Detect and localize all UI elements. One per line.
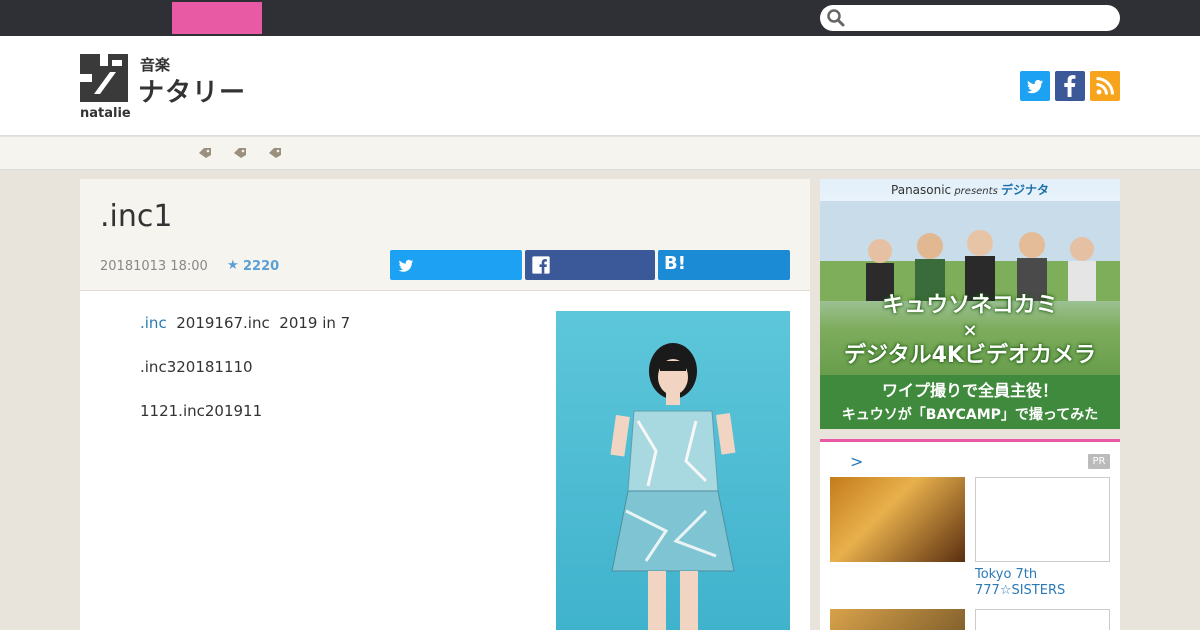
article-header: .inc1 20181013 18:00 ★ 2220 B!: [80, 179, 810, 291]
pr-box: > PR Tokyo 7th 777☆SISTERS: [820, 439, 1120, 630]
twitter-follow-button[interactable]: [1020, 71, 1050, 101]
article-date: 20181013 18:00: [100, 259, 208, 274]
paragraph-text: 2019167.inc 2019 in 7: [166, 314, 351, 332]
search-icon[interactable]: [826, 8, 846, 28]
logo-sub: natalie: [80, 106, 131, 121]
artist-photo[interactable]: [556, 311, 790, 630]
top-bar: [0, 0, 1200, 36]
ad-product: デジナタ: [1000, 183, 1049, 197]
pr-badge: PR: [1088, 454, 1110, 469]
natalie-logo-icon: [80, 54, 128, 102]
share-hatena-button[interactable]: B!: [658, 250, 790, 280]
sidebar-banner-ad[interactable]: Panasonic presents デジナタ キュウソネコカミ × デジタル4…: [820, 179, 1120, 429]
ad-band-photo: [820, 201, 1120, 301]
pr-thumbnail[interactable]: [830, 477, 965, 562]
pr-thumbnail[interactable]: [830, 609, 965, 630]
category-nav: [0, 137, 1200, 170]
tag-icon[interactable]: [233, 147, 247, 159]
site-logo[interactable]: 音楽 ナタリー natalie: [80, 54, 250, 124]
ad-headline: キュウソネコカミ × デジタル4Kビデオカメラ: [820, 291, 1120, 371]
ad-presents: presents: [951, 186, 1001, 197]
twitter-icon: [1027, 79, 1043, 94]
share-facebook-button[interactable]: [525, 250, 655, 280]
chevron-right-icon[interactable]: >: [850, 452, 863, 471]
pr-thumbnail[interactable]: [975, 477, 1110, 562]
site-header: 音楽 ナタリー natalie: [0, 36, 1200, 136]
search-input[interactable]: [850, 8, 1110, 28]
hatena-icon: B!: [664, 253, 686, 274]
article-link[interactable]: .inc: [140, 314, 167, 332]
article-paragraph: 1121.inc201911: [140, 402, 263, 420]
facebook-follow-button[interactable]: [1055, 71, 1085, 101]
star-icon: ★: [227, 258, 239, 273]
twitter-icon: [398, 259, 414, 272]
ad-footer: ワイプ撮りで全員主役！ キュウソが「BAYCAMP」で撮ってみた: [820, 375, 1120, 429]
article-card: .inc1 20181013 18:00 ★ 2220 B! .inc 2019…: [80, 179, 810, 630]
rss-feed-button[interactable]: [1090, 71, 1120, 101]
tag-icon[interactable]: [268, 147, 282, 159]
logo-name: ナタリー: [138, 78, 247, 108]
share-twitter-button[interactable]: [390, 250, 522, 280]
ad-footer-line2: キュウソが「BAYCAMP」で撮ってみた: [841, 407, 1099, 423]
article-title: .inc1: [100, 199, 173, 234]
tag-icon[interactable]: [198, 147, 212, 159]
article-paragraph: .inc 2019167.inc 2019 in 7: [140, 314, 350, 332]
ad-footer-line1: ワイプ撮りで全員主役！: [881, 381, 1058, 400]
ad-header: Panasonic presents デジナタ: [820, 179, 1120, 201]
facebook-icon: [1064, 75, 1076, 97]
ad-headline-line2: デジタル4Kビデオカメラ: [844, 343, 1096, 368]
article-paragraph: .inc320181110: [140, 358, 253, 376]
ad-brand: Panasonic: [891, 183, 952, 197]
search-box[interactable]: [820, 5, 1120, 31]
pr-thumbnail[interactable]: [975, 609, 1110, 630]
ad-headline-x: ×: [962, 320, 978, 341]
pr-caption-link[interactable]: Tokyo 7th 777☆SISTERS: [975, 567, 1115, 599]
facebook-icon: [532, 256, 550, 274]
rss-icon: [1096, 77, 1114, 95]
artist-figure: [610, 343, 736, 630]
star-count[interactable]: 2220: [243, 259, 279, 274]
pink-tab[interactable]: [172, 2, 262, 34]
ad-headline-line1: キュウソネコカミ: [882, 293, 1058, 318]
